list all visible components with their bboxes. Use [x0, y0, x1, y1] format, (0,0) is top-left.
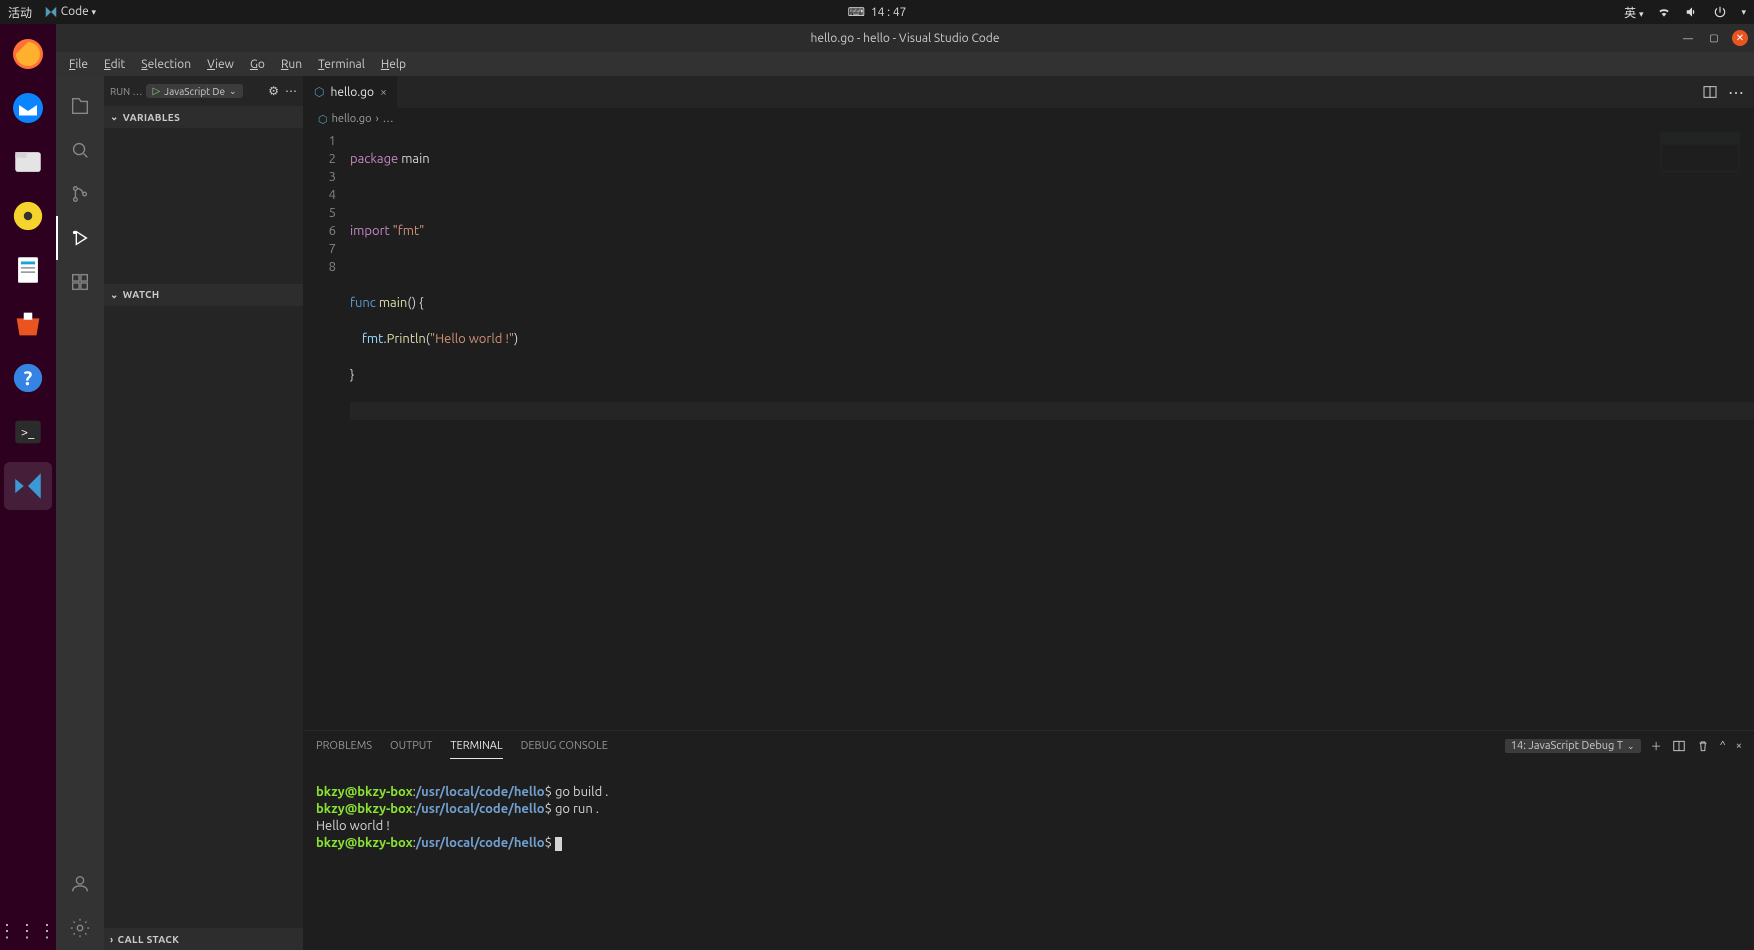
window-title: hello.go - hello - Visual Studio Code — [811, 32, 1000, 45]
run-config-selector[interactable]: ▷ JavaScript De ⌄ — [146, 84, 242, 98]
panel-tab-debug-console[interactable]: DEBUG CONSOLE — [521, 734, 608, 758]
dock-show-apps[interactable]: ⋮⋮⋮ — [0, 921, 58, 942]
panel-tab-problems[interactable]: PROBLEMS — [316, 734, 372, 758]
dock-firefox[interactable] — [4, 30, 52, 78]
play-icon: ▷ — [152, 85, 160, 97]
terminal-selector[interactable]: 14: JavaScript Debug T ⌄ — [1505, 739, 1641, 753]
activity-bar — [56, 76, 104, 950]
dock-vscode[interactable] — [4, 462, 52, 510]
dock-thunderbird[interactable] — [4, 84, 52, 132]
chevron-down-icon: ⌄ — [229, 86, 237, 97]
bottom-panel: PROBLEMS OUTPUT TERMINAL DEBUG CONSOLE 1… — [304, 730, 1754, 950]
menu-go[interactable]: Go — [243, 56, 272, 73]
keyboard-icon: ⌨ — [848, 5, 865, 19]
breadcrumb[interactable]: ⬡ hello.go › … — [304, 108, 1754, 130]
activities-button[interactable]: 活动 — [8, 4, 32, 21]
maximize-panel-icon[interactable]: ^ — [1720, 740, 1726, 752]
activity-settings[interactable] — [56, 906, 104, 950]
close-button[interactable]: ✕ — [1732, 30, 1748, 46]
editor-group: ⬡ hello.go × ⋯ ⬡ hello.go › … 12345678 — [304, 76, 1754, 950]
menu-edit[interactable]: Edit — [97, 56, 132, 73]
menu-selection[interactable]: Selection — [134, 56, 198, 73]
svg-text:>_: >_ — [21, 425, 35, 439]
chevron-down-icon: ⌄ — [110, 289, 119, 301]
panel-tabs: PROBLEMS OUTPUT TERMINAL DEBUG CONSOLE 1… — [304, 731, 1754, 761]
tabs-row: ⬡ hello.go × ⋯ — [304, 76, 1754, 108]
line-gutter: 12345678 — [304, 130, 350, 730]
menu-view[interactable]: View — [200, 56, 241, 73]
close-panel-icon[interactable]: × — [1736, 740, 1742, 752]
minimize-button[interactable]: — — [1680, 30, 1696, 46]
minimap[interactable] — [1660, 132, 1740, 172]
maximize-button[interactable]: ▢ — [1706, 30, 1722, 46]
svg-text:?: ? — [24, 367, 33, 389]
system-topbar: 活动 Code ▾ ⌨ 14 : 47 英 ▾ ▾ — [0, 0, 1754, 24]
activity-search[interactable] — [56, 128, 104, 172]
clock[interactable]: 14 : 47 — [871, 6, 907, 19]
chevron-down-icon: ⌄ — [110, 111, 119, 123]
section-watch[interactable]: ⌄WATCH — [104, 284, 303, 306]
menu-terminal[interactable]: Terminal — [311, 56, 372, 73]
panel-tab-output[interactable]: OUTPUT — [390, 734, 432, 758]
gear-icon[interactable]: ⚙ — [268, 84, 279, 98]
menu-help[interactable]: Help — [374, 56, 413, 73]
panel-tab-terminal[interactable]: TERMINAL — [450, 734, 502, 759]
wifi-icon[interactable] — [1657, 5, 1671, 19]
menubar: File Edit Selection View Go Run Terminal… — [56, 52, 1754, 76]
more-actions-icon[interactable]: ⋯ — [1728, 83, 1744, 102]
menu-run[interactable]: Run — [274, 56, 309, 73]
dock-files[interactable] — [4, 138, 52, 186]
go-file-icon: ⬡ — [318, 113, 328, 126]
run-label: RUN … — [110, 86, 142, 97]
volume-icon[interactable] — [1685, 5, 1699, 19]
section-variables[interactable]: ⌄VARIABLES — [104, 106, 303, 128]
code-content[interactable]: package main import "fmt" func main() { … — [350, 130, 1754, 730]
vscode-window: hello.go - hello - Visual Studio Code — … — [56, 24, 1754, 950]
section-callstack[interactable]: ›CALL STACK — [104, 928, 303, 950]
system-menu-chevron[interactable]: ▾ — [1741, 7, 1746, 18]
close-icon[interactable]: × — [380, 86, 387, 99]
app-menu[interactable]: Code ▾ — [44, 5, 96, 19]
dock-writer[interactable] — [4, 246, 52, 294]
terminal-cursor — [555, 837, 562, 851]
activity-accounts[interactable] — [56, 862, 104, 906]
go-file-icon: ⬡ — [314, 85, 324, 99]
titlebar: hello.go - hello - Visual Studio Code — … — [56, 24, 1754, 52]
activity-extensions[interactable] — [56, 260, 104, 304]
power-icon[interactable] — [1713, 5, 1727, 19]
more-icon[interactable]: ⋯ — [285, 84, 297, 98]
ubuntu-dock: ? >_ ⋮⋮⋮ — [0, 24, 56, 950]
code-editor[interactable]: 12345678 package main import "fmt" func … — [304, 130, 1754, 730]
run-sidebar: RUN … ▷ JavaScript De ⌄ ⚙ ⋯ ⌄VARIABLES ⌄… — [104, 76, 304, 950]
split-terminal-icon[interactable] — [1672, 739, 1686, 753]
dock-terminal[interactable]: >_ — [4, 408, 52, 456]
terminal-content[interactable]: bkzy@bkzy-box:/usr/local/code/hello$ go … — [304, 761, 1754, 950]
activity-run-debug[interactable] — [56, 216, 104, 260]
dock-help[interactable]: ? — [4, 354, 52, 402]
run-header: RUN … ▷ JavaScript De ⌄ ⚙ ⋯ — [104, 76, 303, 106]
dock-rhythmbox[interactable] — [4, 192, 52, 240]
input-method[interactable]: 英 ▾ — [1624, 4, 1643, 21]
chevron-right-icon: › — [110, 934, 114, 945]
activity-scm[interactable] — [56, 172, 104, 216]
menu-file[interactable]: File — [62, 56, 95, 73]
split-editor-icon[interactable] — [1702, 84, 1718, 100]
kill-terminal-icon[interactable] — [1696, 739, 1710, 753]
tab-hello-go[interactable]: ⬡ hello.go × — [304, 76, 398, 108]
dock-software[interactable] — [4, 300, 52, 348]
new-terminal-icon[interactable]: ＋ — [1651, 738, 1662, 754]
activity-explorer[interactable] — [56, 84, 104, 128]
